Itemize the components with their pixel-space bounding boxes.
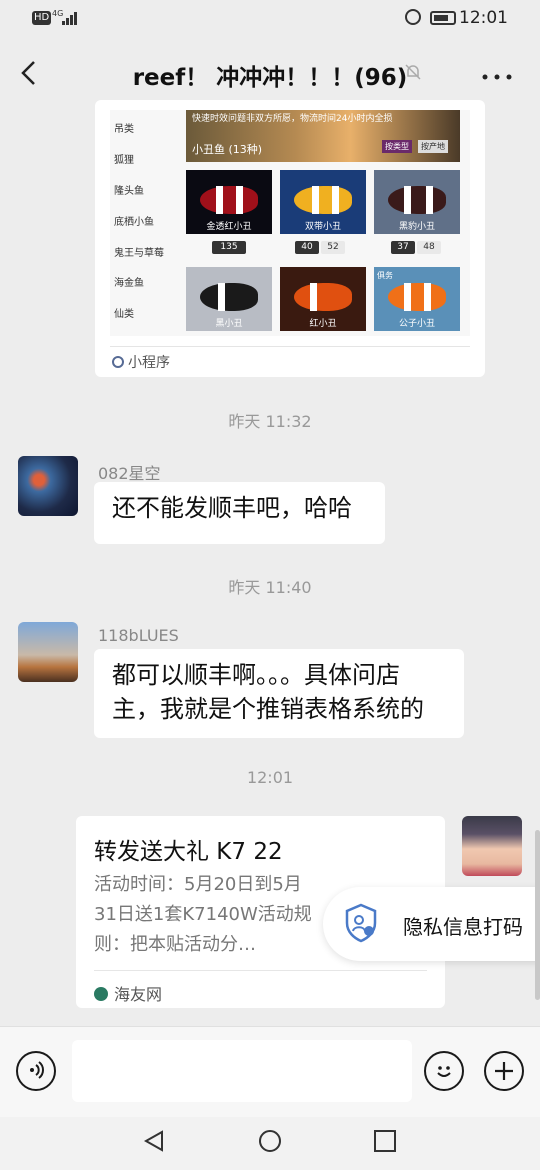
mini-program-card[interactable]: 吊类 狐狸 隆头鱼 底栖小鱼 鬼王与草莓 海金鱼 仙类 快速时效问题非双方所愿，… bbox=[95, 100, 485, 377]
fish-image bbox=[200, 186, 258, 214]
fish-name: 公子小丑 bbox=[398, 319, 435, 329]
category-item: 仙类 bbox=[114, 309, 134, 320]
fish-stripe bbox=[218, 283, 225, 311]
fish-name: 双带小丑 bbox=[304, 222, 341, 232]
article-title: 转发送大礼 K7 22 bbox=[94, 839, 283, 865]
fish-tile: 双带小丑 bbox=[280, 170, 366, 234]
mini-program-preview: 吊类 狐狸 隆头鱼 底栖小鱼 鬼王与草莓 海金鱼 仙类 快速时效问题非双方所愿，… bbox=[110, 110, 470, 336]
category-item: 吊类 bbox=[114, 124, 134, 135]
fish-stripe bbox=[426, 186, 433, 214]
fish-image bbox=[388, 186, 446, 214]
fish-stripe bbox=[216, 186, 223, 214]
category-item: 海金鱼 bbox=[114, 278, 144, 289]
category-item: 狐狸 bbox=[114, 155, 134, 166]
mini-program-icon bbox=[112, 356, 124, 368]
divider bbox=[110, 346, 470, 347]
category-item: 隆头鱼 bbox=[114, 186, 144, 197]
category-item: 鬼王与草莓 bbox=[114, 248, 164, 259]
banner-notice: 快速时效问题非双方所愿，物流时间24小时内全损 bbox=[192, 114, 393, 124]
hd-badge: HD bbox=[32, 11, 52, 25]
more-options-icon[interactable] bbox=[482, 60, 512, 88]
timestamp: 昨天 11:40 bbox=[228, 578, 312, 597]
status-bar: HD 4G 12:01 bbox=[0, 0, 540, 38]
fish-name: 红小丑 bbox=[309, 319, 337, 329]
signal-icon bbox=[62, 12, 78, 25]
timestamp: 昨天 11:32 bbox=[228, 412, 312, 431]
avatar[interactable] bbox=[18, 456, 78, 516]
source-icon bbox=[94, 987, 108, 1001]
sender-name: 118bLUES bbox=[98, 626, 179, 645]
divider bbox=[94, 970, 427, 971]
input-bar bbox=[0, 1026, 540, 1117]
fish-name: 黑小丑 bbox=[215, 319, 243, 329]
banner-tag: 按类型 bbox=[382, 140, 412, 153]
fish-image bbox=[294, 283, 352, 311]
fish-name: 金透红小丑 bbox=[206, 222, 252, 232]
alarm-icon bbox=[405, 9, 421, 25]
fish-stripe bbox=[424, 283, 431, 311]
message-bubble[interactable]: 还不能发顺丰吧，哈哈 bbox=[94, 482, 385, 544]
mini-program-label: 小程序 bbox=[112, 352, 170, 372]
sender-name: 082星空 bbox=[98, 464, 161, 483]
nav-recent-icon[interactable] bbox=[373, 1129, 397, 1157]
clownfish-banner: 快速时效问题非双方所愿，物流时间24小时内全损 小丑鱼 (13种) 按类型 按产… bbox=[186, 110, 460, 162]
emoji-icon[interactable] bbox=[424, 1051, 464, 1091]
fish-tile: 红小丑 bbox=[280, 267, 366, 331]
back-icon[interactable] bbox=[18, 58, 40, 88]
privacy-text: 隐私信息打码 bbox=[403, 915, 523, 939]
fish-tile: 黑小丑 bbox=[186, 267, 272, 331]
message-bubble[interactable]: 都可以顺丰啊。。。具体问店主，我就是个推销表格系统的 bbox=[94, 649, 464, 738]
fish-image bbox=[388, 283, 446, 311]
fish-tile: 金透红小丑 bbox=[186, 170, 272, 234]
fish-count: 48 bbox=[417, 241, 441, 254]
banner-tag: 按产地 bbox=[418, 140, 448, 153]
system-nav-bar bbox=[0, 1117, 540, 1170]
nav-back-icon[interactable] bbox=[142, 1129, 166, 1157]
my-avatar[interactable] bbox=[462, 816, 522, 876]
fish-stripe bbox=[332, 186, 339, 214]
fish-count: 40 bbox=[295, 241, 319, 254]
article-description: 活动时间：5月20日到5月31日送1套K7140W活动规则：把本贴活动分… bbox=[94, 874, 312, 955]
plus-icon[interactable] bbox=[484, 1051, 524, 1091]
fish-count: 135 bbox=[212, 241, 246, 254]
fish-stripe bbox=[404, 283, 411, 311]
article-source-text: 海友网 bbox=[114, 985, 163, 1004]
banner-title: 小丑鱼 (13种) bbox=[192, 143, 263, 156]
fish-stripe bbox=[312, 186, 319, 214]
mute-bell-icon bbox=[404, 63, 422, 81]
clock: 12:01 bbox=[459, 8, 508, 28]
fish-count: 52 bbox=[321, 241, 345, 254]
fish-image bbox=[294, 186, 352, 214]
voice-icon[interactable] bbox=[16, 1051, 56, 1091]
battery-icon bbox=[430, 11, 456, 25]
fish-stripe bbox=[404, 186, 411, 214]
chat-title: reef！ 冲冲冲！！！(96) bbox=[132, 65, 408, 91]
avatar[interactable] bbox=[18, 622, 78, 682]
fish-tag: 俱务 bbox=[377, 271, 393, 280]
fish-name: 黑豹小丑 bbox=[398, 222, 435, 232]
nav-home-icon[interactable] bbox=[258, 1129, 282, 1157]
shield-icon bbox=[343, 903, 379, 943]
article-source: 海友网 bbox=[94, 981, 162, 1005]
fish-tile: 黑豹小丑 bbox=[374, 170, 460, 234]
fish-stripe bbox=[310, 283, 317, 311]
fish-stripe bbox=[236, 186, 243, 214]
scrollbar[interactable] bbox=[535, 830, 540, 1000]
fish-count: 37 bbox=[391, 241, 415, 254]
chat-header: reef！ 冲冲冲！！！(96) bbox=[0, 38, 540, 108]
mini-program-label-text: 小程序 bbox=[128, 355, 170, 371]
fish-tile: 俱务 公子小丑 bbox=[374, 267, 460, 331]
category-item: 底栖小鱼 bbox=[114, 217, 154, 228]
privacy-mask-popup[interactable]: 隐私信息打码 bbox=[323, 887, 540, 961]
timestamp: 12:01 bbox=[246, 768, 294, 787]
fish-image bbox=[200, 283, 258, 311]
message-input[interactable] bbox=[72, 1040, 412, 1102]
